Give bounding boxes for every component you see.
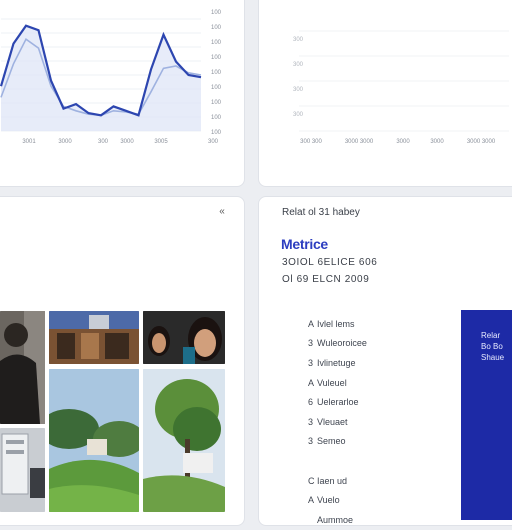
metric-list: A Ivlel lems 3 Wuleoroicee 3 Ivlinetuge A Vu… [308, 314, 367, 530]
list-item[interactable]: A Vuelo [308, 490, 367, 510]
list-item-label: Vuleuel [317, 377, 347, 388]
landscape-photo [49, 369, 139, 512]
x-tick-label: 3000 3000 [467, 139, 496, 145]
shop-photo [49, 311, 139, 364]
list-item[interactable]: Aummoe [308, 510, 367, 530]
gallery-image-tower[interactable] [143, 369, 225, 512]
side-panel-line: Relar [481, 331, 501, 340]
list-marker: A [308, 377, 315, 388]
x-tick-label: 300 [98, 139, 109, 145]
list-item[interactable]: 3 Vleuaet [308, 412, 367, 432]
list-item-label: Uelerarloe [317, 397, 359, 408]
chart-card-left: 100 100 100 100 100 100 100 100 100 3001 3000 300 3… [0, 0, 245, 187]
y-tick-label: 100 [211, 100, 222, 106]
metric-line-1: 3OIOL 6ELICE 606 [282, 257, 378, 268]
x-axis-ticks: 300 300 3000 3000 3000 3000 3000 3000 [300, 139, 496, 145]
x-tick-label: 3000 [58, 139, 72, 145]
x-tick-label: 300 [208, 139, 219, 145]
list-item-label: Vleuaet [317, 416, 348, 427]
gallery-image-shop[interactable] [49, 311, 139, 364]
y-tick-label: 100 [211, 25, 222, 31]
metric-name[interactable]: Metrice [281, 236, 328, 252]
y-tick-label: 300 [293, 62, 304, 68]
y-tick-label: 100 [211, 130, 222, 136]
list-marker: 3 [308, 338, 314, 349]
people-photo [143, 311, 225, 364]
y-tick-label: 100 [211, 70, 222, 76]
x-tick-label: 3001 [22, 139, 36, 145]
list-item-label: Aummoe [317, 514, 354, 525]
x-tick-label: 3000 [396, 139, 410, 145]
x-tick-label: 3000 3000 [345, 139, 374, 145]
list-item[interactable]: C Iaen ud [308, 471, 367, 491]
side-panel-line: Bo Bo [481, 342, 503, 351]
y-tick-label: 300 [293, 112, 304, 118]
y-tick-label: 100 [211, 85, 222, 91]
list-item[interactable]: A Ivlel lems [308, 314, 367, 334]
list-item-label: Ivlel lems [317, 318, 355, 329]
list-item[interactable]: 3 Wuleoroicee [308, 334, 367, 354]
gallery-image-device[interactable] [0, 428, 45, 512]
list-item[interactable]: 3 Semeo [308, 432, 367, 452]
y-tick-label: 100 [211, 10, 222, 16]
panel-title: Relat ol 31 habey [282, 207, 360, 218]
y-axis-ticks: 100 100 100 100 100 100 100 100 100 [211, 10, 222, 136]
x-tick-label: 3000 [430, 139, 444, 145]
list-item-label: Vuelo [317, 495, 340, 506]
y-tick-label: 100 [211, 40, 222, 46]
metric-line-2: Ol 69 ELCN 2009 [282, 274, 370, 285]
list-marker: 3 [308, 357, 314, 368]
list-item[interactable]: A Vuleuel [308, 373, 367, 393]
person-photo [0, 311, 45, 424]
list-marker: A [308, 318, 315, 329]
list-marker: C [308, 475, 315, 486]
x-tick-label: 3000 [120, 139, 134, 145]
list-marker: A [308, 495, 315, 506]
list-item-label: Iaen ud [317, 475, 348, 486]
list-item-label: Semeo [317, 436, 346, 447]
gallery-image-people[interactable] [143, 311, 225, 364]
y-tick-label: 300 [293, 87, 304, 93]
list-item-label: Wuleoroicee [317, 338, 367, 349]
list-marker: 6 [308, 397, 314, 408]
x-tick-label: 300 300 [300, 139, 322, 145]
list-item[interactable]: 3 Ivlinetuge [308, 353, 367, 373]
list-item [308, 451, 367, 471]
gallery-image-landscape[interactable] [49, 369, 139, 512]
side-panel-line: Shaue [481, 353, 505, 362]
list-marker: 3 [308, 416, 314, 427]
line-chart-left: 100100100100100100100100100 3001 3000 300 3… [0, 10, 222, 145]
side-panel[interactable]: Relar Bo Bo Shaue [461, 310, 512, 520]
x-axis-ticks: 3001 3000 300 3000 3005 300 [22, 139, 218, 145]
tower-photo [143, 369, 225, 512]
x-tick-label: 3005 [154, 139, 168, 145]
gallery-image-person[interactable] [0, 311, 45, 424]
list-marker: 3 [308, 436, 314, 447]
list-item-label: Ivlinetuge [317, 357, 356, 368]
chart-card-right: 300 300 300 300 300 300 3000 3000 3000 3000 300… [258, 0, 512, 187]
y-tick-label: 100 [211, 55, 222, 61]
device-photo [0, 428, 45, 512]
line-chart-right: 300300300300 300 300 3000 3000 3000 3000 300… [293, 30, 509, 145]
list-item[interactable]: 6 Uelerarloe [308, 392, 367, 412]
chart-gridlines [299, 30, 509, 132]
y-tick-label: 300 [293, 37, 304, 43]
chevron-collapse-icon[interactable]: « [216, 206, 228, 218]
y-tick-label: 100 [211, 115, 222, 121]
